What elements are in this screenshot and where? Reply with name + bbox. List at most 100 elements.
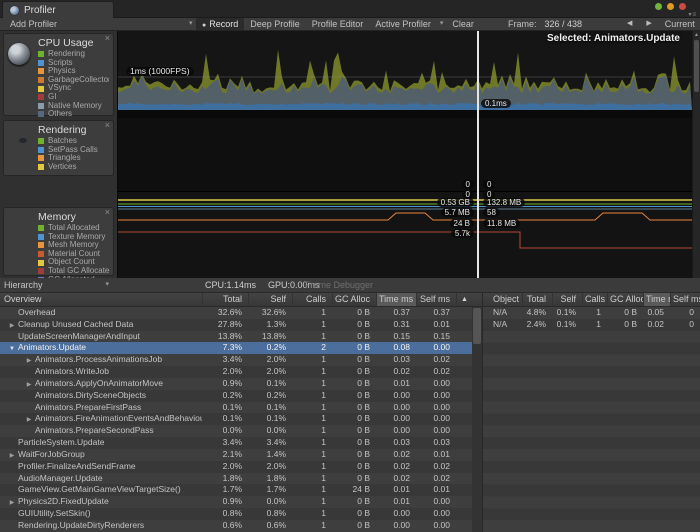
profiler-sidebar: × CPU Usage RenderingScriptsPhysicsGarba… [0,31,118,278]
active-profiler-caret-icon[interactable]: ▾ [437,18,447,30]
table-row[interactable]: Animators.PrepareSecondPass0.0%0.0%10 B0… [0,425,482,437]
cpu-usage-panel[interactable]: × CPU Usage RenderingScriptsPhysicsGarba… [3,33,114,116]
active-profiler-button[interactable]: Active Profiler [369,18,437,30]
legend-item[interactable]: Mesh Memory [38,241,109,250]
table-row[interactable]: Animators.DirtySceneObjects0.2%0.2%10 B0… [0,390,482,402]
legend-item[interactable]: Material Count [38,250,109,259]
hierarchy-caret-icon[interactable]: ▾ [103,278,113,292]
rendering-panel[interactable]: × Rendering BatchesSetPass CallsTriangle… [3,120,114,176]
table-row[interactable]: ▶Animators.ProcessAnimationsJob3.4%2.0%1… [0,354,482,366]
prev-frame-button[interactable]: ◀ [620,18,639,30]
close-icon[interactable]: × [105,34,110,43]
collapsed-icon[interactable]: ▶ [23,380,35,390]
column-header-self-ms[interactable]: Self ms [416,293,456,306]
column-header-gc-alloc[interactable]: GC Alloc [607,293,643,306]
current-frame-button[interactable]: Current [659,18,700,30]
legend-item[interactable]: Total GC Allocated [38,267,109,276]
table-row[interactable]: ParticleSystem.Update3.4%3.4%10 B0.030.0… [0,437,482,449]
legend-item[interactable]: Triangles [38,154,109,163]
legend-item[interactable]: Physics [38,67,109,76]
column-header-total[interactable]: Total [522,293,552,306]
table-row[interactable]: GameView.GetMainGameViewTargetSize()1.7%… [0,484,482,496]
record-button[interactable]: ●Record [196,18,244,30]
add-profiler-dropdown[interactable]: Add Profiler [4,18,63,30]
memory-chart[interactable] [118,192,692,278]
column-header-self[interactable]: Self [248,293,292,306]
table-row[interactable]: Animators.WriteJob2.0%2.0%10 B0.020.02 [0,366,482,378]
table-row[interactable]: ▶Animators.FireAnimationEventsAndBehavio… [0,413,482,425]
column-header-gc-alloc[interactable]: GC Alloc [332,293,376,306]
table-row[interactable]: Profiler.FinalizeAndSendFrame2.0%2.0%10 … [0,461,482,473]
overview-scrollbar[interactable] [472,307,482,532]
add-profiler-caret-icon[interactable]: ▾ [186,18,196,30]
close-icon[interactable]: × [105,121,110,130]
legend-item[interactable]: Texture Memory [38,233,109,242]
memory-chart-svg [118,192,692,278]
overview-scrollbar-thumb[interactable] [473,308,481,344]
object-detail-pane: Object Total Self Calls GC Alloc Time ms… [483,293,700,532]
column-header-self-ms[interactable]: Self ms [670,293,700,306]
table-row[interactable]: AudioManager.Update1.8%1.8%10 B0.020.02 [0,473,482,485]
column-header-object[interactable]: Object [483,293,522,306]
table-row[interactable]: ▶WaitForJobGroup2.1%1.4%10 B0.020.01 [0,449,482,461]
charts-scrollbar-thumb[interactable] [694,40,699,92]
table-row[interactable]: ▶Animators.ApplyOnAnimatorMove0.9%0.1%10… [0,378,482,390]
hierarchy-dropdown[interactable]: Hierarchy [4,278,43,292]
charts-scrollbar[interactable]: ▲ [692,31,700,278]
legend-item[interactable]: VSync [38,84,109,93]
column-header-calls[interactable]: Calls [582,293,607,306]
legend-item[interactable]: GI [38,93,109,102]
sort-ascending-icon[interactable]: ▲ [456,293,472,306]
collapsed-icon[interactable]: ▶ [6,498,18,508]
selected-frame-line[interactable] [477,31,479,278]
legend-item[interactable]: Object Count [38,258,109,267]
table-row[interactable]: UpdateScreenManagerAndInput13.8%13.8%10 … [0,331,482,343]
profiler-tab[interactable]: Profiler [2,1,114,18]
table-row[interactable]: ▶Physics2D.FixedUpdate0.9%0.0%10 B0.010.… [0,496,482,508]
cpu-chart[interactable] [118,31,692,118]
legend-item[interactable]: SetPass Calls [38,146,109,155]
table-row[interactable]: Overhead32.6%32.6%10 B0.370.37 [0,307,482,319]
legend-item[interactable]: Scripts [38,59,109,68]
column-header-overview[interactable]: Overview [0,293,202,306]
table-row[interactable]: GUIUtility.SetSkin()0.8%0.8%10 B0.000.00 [0,508,482,520]
collapsed-icon[interactable]: ▶ [23,356,35,366]
legend-color-swatch [38,94,44,100]
table-row[interactable]: Animators.PrepareFirstPass0.1%0.1%10 B0.… [0,402,482,414]
tab-context-menu-icon[interactable]: ▾≡ [688,11,697,18]
cpu-legend: RenderingScriptsPhysicsGarbageCollectorV… [38,50,109,119]
legend-item[interactable]: Vertices [38,163,109,172]
column-header-self[interactable]: Self [552,293,582,306]
table-row[interactable]: ▶Cleanup Unused Cached Data27.8%1.3%10 B… [0,319,482,331]
profile-editor-button[interactable]: Profile Editor [306,18,370,30]
rendering-chart[interactable] [118,118,692,192]
scroll-up-icon[interactable]: ▲ [693,31,700,39]
column-header-time-ms[interactable]: Time ms [643,293,670,306]
collapsed-icon[interactable]: ▶ [6,451,18,461]
legend-color-swatch [38,68,44,74]
collapsed-icon[interactable]: ▶ [23,415,35,425]
column-header-calls[interactable]: Calls [292,293,332,306]
memory-panel[interactable]: × Memory Total AllocatedTexture MemoryMe… [3,207,114,276]
legend-item[interactable]: Total Allocated [38,224,109,233]
clear-button[interactable]: Clear [446,18,480,30]
close-icon[interactable]: × [105,208,110,217]
deep-profile-button[interactable]: Deep Profile [244,18,306,30]
table-row[interactable]: N/A2.4%0.1%10 B0.020 [483,319,700,331]
table-row[interactable]: N/A4.8%0.1%10 B0.050 [483,307,700,319]
overview-header: Overview Total Self Calls GC Alloc Time … [0,293,482,307]
table-row[interactable]: ▼Animators.Update7.3%0.2%20 B0.080.00 [0,342,482,354]
expanded-icon[interactable]: ▼ [6,344,18,354]
legend-item[interactable]: Others [38,110,109,119]
legend-item[interactable]: Batches [38,137,109,146]
frame-debugger-button[interactable]: Frame Debugger [305,278,373,292]
legend-item[interactable]: Rendering [38,50,109,59]
chart-stack[interactable]: Selected: Animators.Update 1ms (1000FPS)… [118,31,692,278]
collapsed-icon[interactable]: ▶ [6,321,18,331]
next-frame-button[interactable]: ▶ [639,18,658,30]
legend-item[interactable]: Native Memory [38,102,109,111]
column-header-time-ms[interactable]: Time ms [376,293,416,306]
table-row[interactable]: Rendering.UpdateDirtyRenderers0.6%0.6%10… [0,520,482,532]
column-header-total[interactable]: Total [202,293,248,306]
legend-item[interactable]: GarbageCollector [38,76,109,85]
